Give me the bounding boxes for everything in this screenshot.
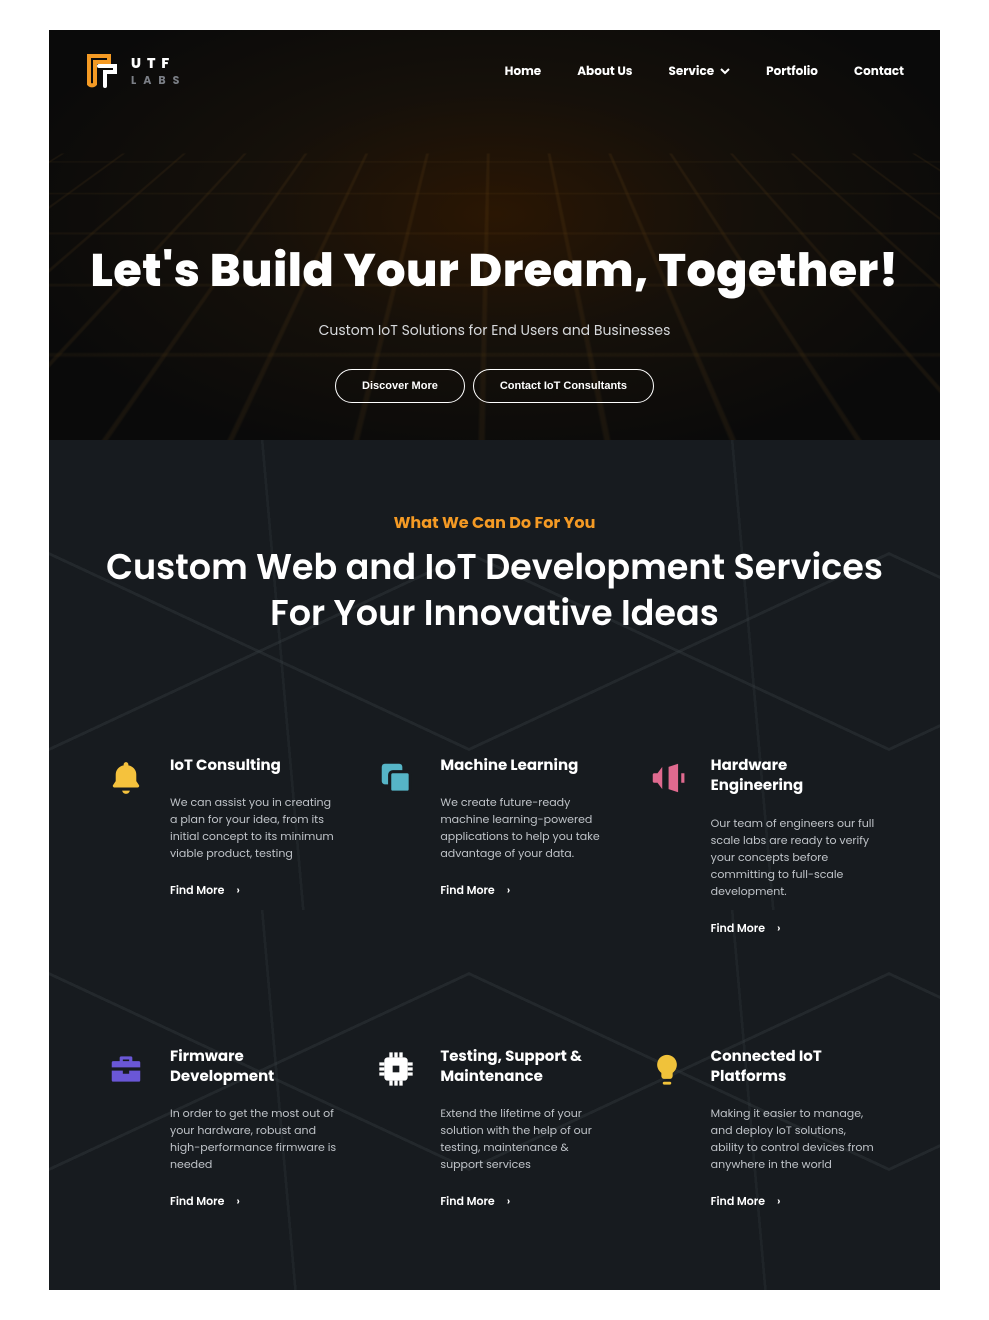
card-title: IoT Consulting: [170, 756, 338, 776]
nav-label: Portfolio: [766, 63, 818, 81]
find-more-label: Find More: [711, 1193, 765, 1210]
discover-more-button[interactable]: Discover More: [335, 369, 465, 403]
nav-label: About Us: [577, 63, 632, 81]
card-title: Machine Learning: [440, 756, 608, 776]
hero-cta-row: Discover More Contact IoT Consultants: [89, 369, 900, 403]
card-title: Connected IoT Platforms: [711, 1047, 879, 1088]
service-card-firmware: Firmware Development In order to get the…: [104, 1047, 344, 1211]
nav-contact[interactable]: Contact: [854, 63, 904, 81]
find-more-link[interactable]: Find More ›: [440, 882, 608, 899]
top-nav: UTF LABS Home About Us Service Portfolio…: [49, 30, 940, 92]
contact-consultants-button[interactable]: Contact IoT Consultants: [473, 369, 654, 403]
services-section: What We Can Do For You Custom Web and Io…: [49, 440, 940, 1290]
find-more-link[interactable]: Find More ›: [170, 1193, 338, 1210]
find-more-link[interactable]: Find More ›: [711, 1193, 879, 1210]
card-desc: Our team of engineers our full scale lab…: [711, 815, 879, 900]
hero-subhead: Custom IoT Solutions for End Users and B…: [89, 320, 900, 341]
service-card-testing: Testing, Support & Maintenance Extend th…: [374, 1047, 614, 1211]
card-desc: We create future-ready machine learning-…: [440, 794, 608, 862]
nav-label: Contact: [854, 63, 904, 81]
hero-content: Let's Build Your Dream, Together! Custom…: [49, 237, 940, 403]
card-title: Firmware Development: [170, 1047, 338, 1088]
logo-text-block: UTF LABS: [131, 56, 186, 89]
find-more-link[interactable]: Find More ›: [711, 920, 879, 937]
find-more-label: Find More: [170, 882, 224, 899]
chevron-right-icon: ›: [236, 882, 239, 899]
nav-portfolio[interactable]: Portfolio: [766, 63, 818, 81]
chevron-right-icon: ›: [777, 1193, 780, 1210]
brand-logo[interactable]: UTF LABS: [85, 52, 186, 92]
hero-headline: Let's Build Your Dream, Together!: [89, 237, 900, 306]
chevron-down-icon: [720, 63, 730, 81]
find-more-label: Find More: [440, 1193, 494, 1210]
service-card-hardware: Hardware Engineering Our team of enginee…: [645, 756, 885, 937]
nav-home[interactable]: Home: [505, 63, 542, 81]
card-title: Hardware Engineering: [711, 756, 879, 797]
service-card-iot-consulting: IoT Consulting We can assist you in crea…: [104, 756, 344, 937]
bell-icon: [104, 756, 148, 800]
services-grid: IoT Consulting We can assist you in crea…: [104, 756, 885, 1210]
card-desc: Making it easier to manage, and deploy I…: [711, 1105, 879, 1173]
card-desc: In order to get the most out of your har…: [170, 1105, 338, 1173]
nav-label: Service: [669, 63, 715, 81]
card-desc: Extend the lifetime of your solution wit…: [440, 1105, 608, 1173]
brand-sub: LABS: [131, 72, 186, 89]
service-card-machine-learning: Machine Learning We create future-ready …: [374, 756, 614, 937]
logo-icon: [85, 52, 123, 92]
nav-about[interactable]: About Us: [577, 63, 632, 81]
nav-label: Home: [505, 63, 542, 81]
services-heading: Custom Web and IoT Development Services …: [104, 545, 885, 636]
megaphone-icon: [645, 756, 689, 800]
find-more-link[interactable]: Find More ›: [170, 882, 338, 899]
chevron-right-icon: ›: [507, 882, 510, 899]
card-desc: We can assist you in creating a plan for…: [170, 794, 338, 862]
find-more-label: Find More: [170, 1193, 224, 1210]
nav-service[interactable]: Service: [669, 63, 731, 81]
brand-name: UTF: [131, 56, 186, 70]
briefcase-icon: [104, 1047, 148, 1091]
chevron-right-icon: ›: [507, 1193, 510, 1210]
chevron-right-icon: ›: [777, 920, 780, 937]
cpu-icon: [374, 1047, 418, 1091]
find-more-link[interactable]: Find More ›: [440, 1193, 608, 1210]
services-eyebrow: What We Can Do For You: [104, 510, 885, 535]
service-card-platforms: Connected IoT Platforms Making it easier…: [645, 1047, 885, 1211]
card-title: Testing, Support & Maintenance: [440, 1047, 608, 1088]
chevron-right-icon: ›: [236, 1193, 239, 1210]
primary-menu: Home About Us Service Portfolio Contact: [505, 63, 904, 81]
find-more-label: Find More: [440, 882, 494, 899]
find-more-label: Find More: [711, 920, 765, 937]
hero-section: UTF LABS Home About Us Service Portfolio…: [49, 30, 940, 440]
copy-icon: [374, 756, 418, 800]
bulb-icon: [645, 1047, 689, 1091]
